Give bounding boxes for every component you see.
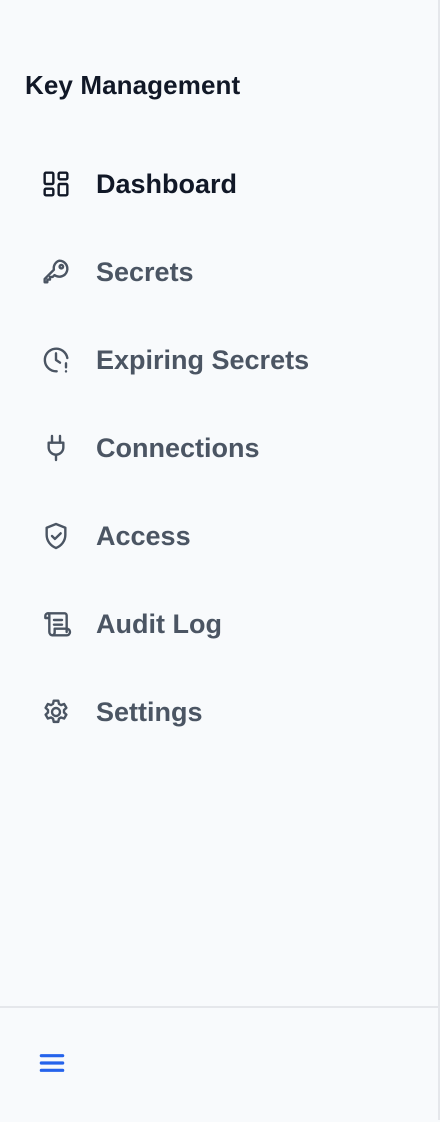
- sidebar-item-audit-log[interactable]: Audit Log: [0, 580, 438, 668]
- plug-icon: [40, 432, 72, 464]
- sidebar-item-label: Audit Log: [96, 609, 222, 639]
- menu-toggle-button[interactable]: [36, 1047, 68, 1079]
- gear-icon: [40, 696, 72, 728]
- sidebar: Key Management Dashboard Secrets Expirin…: [0, 0, 440, 1120]
- clock-alert-icon: [40, 344, 72, 376]
- scroll-icon: [40, 608, 72, 640]
- sidebar-item-secrets[interactable]: Secrets: [0, 228, 438, 316]
- shield-check-icon: [40, 520, 72, 552]
- sidebar-item-dashboard[interactable]: Dashboard: [0, 140, 438, 228]
- sidebar-item-settings[interactable]: Settings: [0, 668, 438, 756]
- sidebar-item-access[interactable]: Access: [0, 492, 438, 580]
- sidebar-nav: Dashboard Secrets Expiring Secrets Conne…: [0, 140, 438, 756]
- sidebar-item-label: Connections: [96, 433, 260, 463]
- dashboard-icon: [40, 168, 72, 200]
- key-icon: [40, 256, 72, 288]
- sidebar-item-label: Dashboard: [96, 169, 238, 199]
- sidebar-item-expiring-secrets[interactable]: Expiring Secrets: [0, 316, 438, 404]
- sidebar-item-connections[interactable]: Connections: [0, 404, 438, 492]
- sidebar-item-label: Access: [96, 521, 191, 551]
- hamburger-menu-icon: [39, 1054, 65, 1072]
- sidebar-item-label: Secrets: [96, 257, 194, 287]
- sidebar-footer: [0, 1006, 438, 1122]
- sidebar-item-label: Settings: [96, 697, 203, 727]
- sidebar-title: Key Management: [25, 70, 241, 100]
- sidebar-item-label: Expiring Secrets: [96, 345, 310, 375]
